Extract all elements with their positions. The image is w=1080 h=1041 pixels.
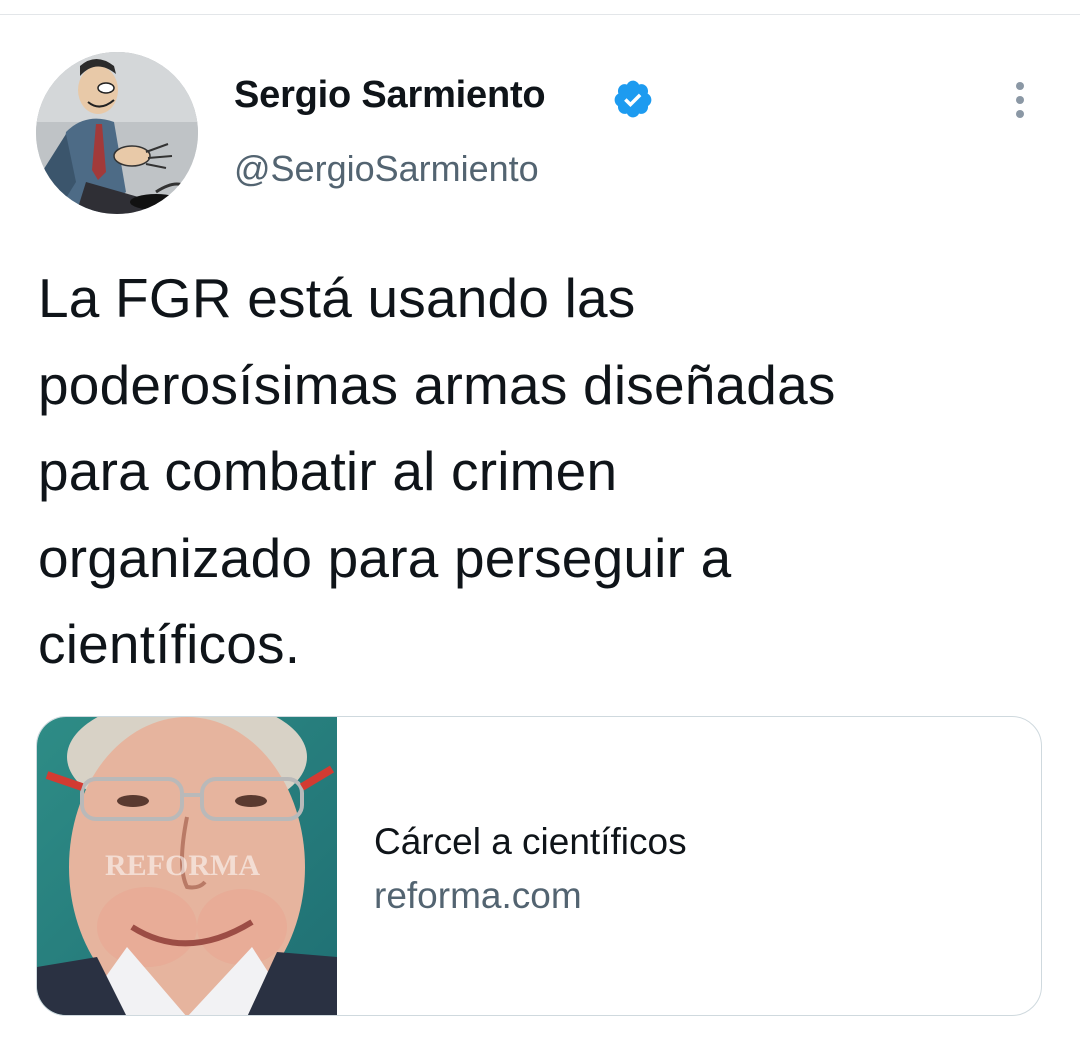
tweet-text: La FGR está usando las poderosísimas arm… bbox=[38, 255, 1048, 688]
tweet-text-line: La FGR está usando las bbox=[38, 267, 636, 329]
link-card-title: Cárcel a científicos bbox=[374, 821, 687, 862]
avatar[interactable] bbox=[36, 52, 198, 214]
thumbnail-watermark: REFORMA bbox=[105, 849, 260, 882]
link-card-thumbnail: REFORMA bbox=[37, 717, 337, 1015]
author-handle[interactable]: @SergioSarmiento bbox=[234, 148, 539, 190]
link-card-thumbnail-image: REFORMA bbox=[37, 717, 337, 1015]
author-display-name[interactable]: Sergio Sarmiento bbox=[234, 74, 546, 117]
more-vertical-icon[interactable] bbox=[1004, 78, 1036, 122]
tweet-text-line: para combatir al crimen bbox=[38, 440, 618, 502]
tweet-text-line: poderosísimas armas diseñadas bbox=[38, 353, 836, 416]
tweet-text-line: organizado para perseguir a bbox=[38, 526, 732, 589]
top-divider bbox=[0, 14, 1080, 15]
tweet-text-line: científicos. bbox=[38, 613, 301, 675]
link-card-domain: reforma.com bbox=[374, 875, 582, 916]
avatar-caricature-image bbox=[36, 52, 198, 214]
link-preview-card[interactable]: REFORMA Cárcel a científicos reforma.com bbox=[36, 716, 1042, 1016]
verified-badge-icon bbox=[614, 80, 652, 118]
